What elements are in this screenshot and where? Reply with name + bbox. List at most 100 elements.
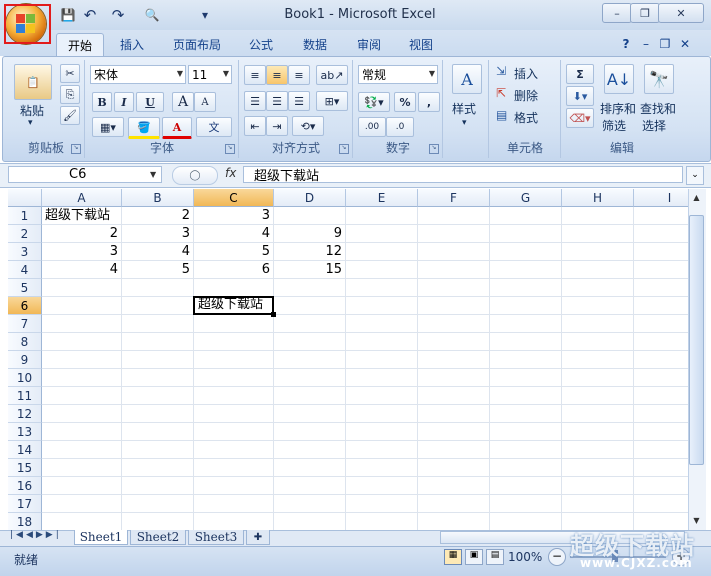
cell-B5[interactable] [122,279,194,297]
row-header-8[interactable]: 8 [8,333,42,351]
align-left-icon[interactable]: ☰ [244,91,266,111]
cell-D16[interactable] [274,477,346,495]
cell-C13[interactable] [194,423,274,441]
column-header-G[interactable]: G [490,189,562,207]
font-name-combo[interactable]: 宋体 ▼ [90,65,186,84]
cell-A17[interactable] [42,495,122,513]
cell-H9[interactable] [562,351,634,369]
cell-F8[interactable] [418,333,490,351]
cell-D3[interactable]: 12 [274,243,346,261]
cell-C9[interactable] [194,351,274,369]
column-header-H[interactable]: H [562,189,634,207]
styles-dropdown-icon[interactable]: ▾ [462,118,467,128]
sort-filter-label-1[interactable]: 排序和 [600,100,636,117]
number-launcher-icon[interactable]: ↘ [429,144,439,154]
cell-B11[interactable] [122,387,194,405]
tab-page-layout[interactable]: 页面布局 [164,33,230,55]
bold-button[interactable]: B [92,92,112,112]
cell-F5[interactable] [418,279,490,297]
cell-B8[interactable] [122,333,194,351]
cell-A16[interactable] [42,477,122,495]
cell-B1[interactable]: 2 [122,207,194,225]
row-header-1[interactable]: 1 [8,207,42,225]
cell-I11[interactable] [634,387,688,405]
cell-E17[interactable] [346,495,418,513]
fill-icon[interactable]: ⬇▾ [566,86,594,106]
delete-cells-button[interactable]: 删除 [514,87,538,104]
decrease-decimal-button[interactable]: .0 [386,117,414,137]
cell-H15[interactable] [562,459,634,477]
cell-D12[interactable] [274,405,346,423]
ribbon-restore-icon[interactable]: ❐ [656,33,674,55]
cell-I8[interactable] [634,333,688,351]
cell-D15[interactable] [274,459,346,477]
number-format-combo[interactable]: 常规 ▼ [358,65,438,84]
fill-color-icon[interactable]: 🪣 [128,117,160,139]
column-header-F[interactable]: F [418,189,490,207]
cell-D17[interactable] [274,495,346,513]
borders-icon[interactable]: ▦▾ [92,117,124,137]
cell-A4[interactable]: 4 [42,261,122,279]
tab-review[interactable]: 审阅 [346,33,392,55]
select-all-corner[interactable] [8,189,42,207]
cell-E18[interactable] [346,513,418,530]
ribbon-close-icon[interactable]: ✕ [676,33,694,55]
redo-icon[interactable]: ↷ [110,6,126,24]
cell-B7[interactable] [122,315,194,333]
sheet-tab-1[interactable]: Sheet1 [74,530,128,545]
cell-A3[interactable]: 3 [42,243,122,261]
column-header-C[interactable]: C [194,189,274,207]
cell-G7[interactable] [490,315,562,333]
cell-H2[interactable] [562,225,634,243]
cell-A9[interactable] [42,351,122,369]
cell-C8[interactable] [194,333,274,351]
cell-H3[interactable] [562,243,634,261]
cell-D6[interactable] [274,297,346,315]
tab-view[interactable]: 视图 [398,33,444,55]
cell-F14[interactable] [418,441,490,459]
sort-filter-icon[interactable]: A↓ [604,64,634,94]
column-header-A[interactable]: A [42,189,122,207]
cell-F7[interactable] [418,315,490,333]
ribbon-minimize-icon[interactable]: – [638,33,654,55]
cell-D13[interactable] [274,423,346,441]
alignment-launcher-icon[interactable]: ↘ [339,144,349,154]
minimize-button[interactable]: – [602,3,632,23]
phonetic-button[interactable]: 文 [196,117,232,137]
underline-button[interactable]: U [136,92,164,112]
cell-D4[interactable]: 15 [274,261,346,279]
cell-A7[interactable] [42,315,122,333]
find-select-icon[interactable]: 🔭 [644,64,674,94]
insert-sheet-icon[interactable]: ✚ [246,530,270,545]
worksheet-grid[interactable]: A B C D E F G H I 1 超级下载站 2 3 2 2 3 4 9 3 3 4 5 12 4 4 5 6 15 5 6 7 8 9 1… [8,189,688,530]
font-color-button[interactable]: A [162,117,192,139]
cell-I14[interactable] [634,441,688,459]
cell-B10[interactable] [122,369,194,387]
merge-center-icon[interactable]: ⊞▾ [316,91,348,111]
cell-B9[interactable] [122,351,194,369]
grow-font-button[interactable]: A [172,92,194,112]
cell-G3[interactable] [490,243,562,261]
cell-C18[interactable] [194,513,274,530]
cell-B4[interactable]: 5 [122,261,194,279]
cell-F12[interactable] [418,405,490,423]
cell-H17[interactable] [562,495,634,513]
cell-F1[interactable] [418,207,490,225]
column-header-E[interactable]: E [346,189,418,207]
cell-D5[interactable] [274,279,346,297]
cell-A5[interactable] [42,279,122,297]
cell-E16[interactable] [346,477,418,495]
cell-B6[interactable] [122,297,194,315]
cell-E8[interactable] [346,333,418,351]
copy-icon[interactable]: ⎘ [60,85,80,104]
normal-view-icon[interactable]: ▦ [444,549,462,565]
cut-icon[interactable]: ✂ [60,64,80,83]
cell-G5[interactable] [490,279,562,297]
cell-G4[interactable] [490,261,562,279]
restore-button[interactable]: ❐ [630,3,660,23]
cell-A6[interactable] [42,297,122,315]
cell-A12[interactable] [42,405,122,423]
tab-data[interactable]: 数据 [292,33,338,55]
orientation-icon[interactable]: ab↗ [316,65,348,85]
sheet-tab-3[interactable]: Sheet3 [188,530,244,545]
